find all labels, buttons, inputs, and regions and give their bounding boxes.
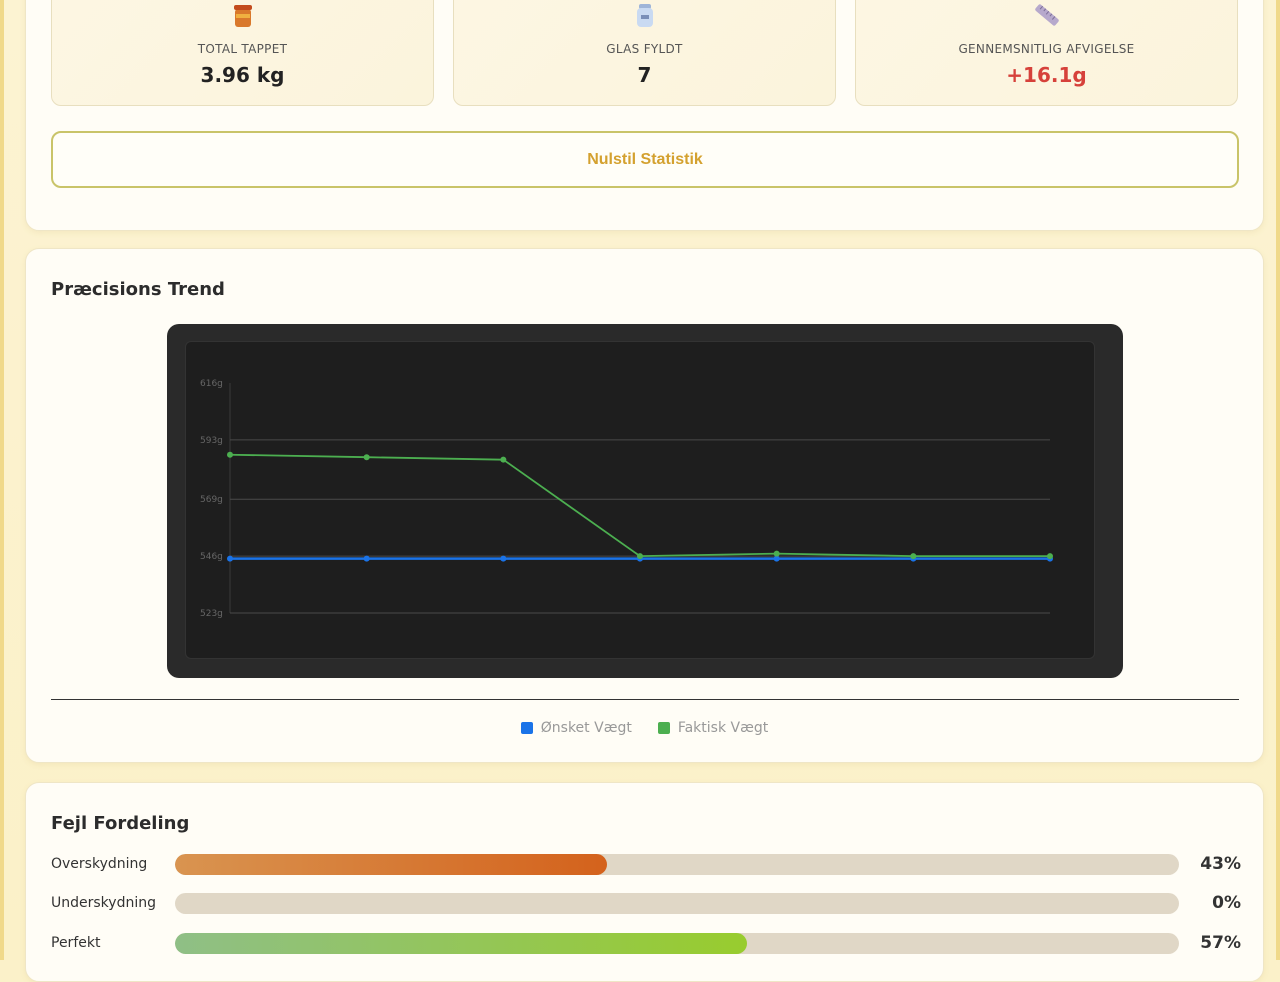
stat-label: GLAS FYLDT bbox=[606, 42, 683, 56]
honey-jar-icon bbox=[233, 5, 252, 27]
chart-legend: Ønsket Vægt Faktisk Vægt bbox=[26, 720, 1263, 736]
error-row-percent: 0% bbox=[1212, 893, 1241, 913]
progress-track bbox=[175, 893, 1179, 914]
data-point-actual bbox=[227, 451, 233, 458]
section-title: Fejl Fordeling bbox=[51, 813, 190, 834]
precision-trend-chart: 616g 593g 569g 546g 523g bbox=[200, 379, 1053, 619]
error-row-percent: 43% bbox=[1200, 854, 1241, 874]
progress-track bbox=[175, 854, 1179, 875]
stat-value: 3.96 kg bbox=[200, 63, 285, 87]
progress-track bbox=[175, 933, 1179, 954]
data-point-target bbox=[363, 555, 370, 562]
y-tick-label: 593g bbox=[200, 436, 223, 446]
stat-jars-filled: GLAS FYLDT 7 bbox=[453, 0, 836, 106]
series-line-actual bbox=[229, 453, 1050, 558]
error-row-label: Perfekt bbox=[51, 935, 101, 951]
stat-average-deviation: GENNEMSNITLIG AFVIGELSE +16.1g bbox=[855, 0, 1238, 106]
error-distribution-card: Fejl Fordeling Overskydning 43% Undersky… bbox=[25, 782, 1264, 982]
legend-label: Ønsket Vægt bbox=[540, 720, 632, 736]
app-frame: TOTAL TAPPET 3.96 kg GLAS FYLDT 7 GENNEM… bbox=[0, 0, 1280, 982]
error-row-percent: 57% bbox=[1200, 933, 1241, 953]
error-row-overshoot: Overskydning 43% bbox=[51, 854, 1241, 876]
stats-card: TOTAL TAPPET 3.96 kg GLAS FYLDT 7 GENNEM… bbox=[25, 0, 1264, 231]
reset-statistics-button[interactable]: Nulstil Statistik bbox=[51, 131, 1239, 188]
data-point-actual bbox=[773, 550, 780, 557]
stat-value: +16.1g bbox=[1006, 63, 1087, 87]
stat-label: TOTAL TAPPET bbox=[197, 42, 288, 56]
stat-label: GENNEMSNITLIG AFVIGELSE bbox=[958, 42, 1135, 56]
glass-jar-icon bbox=[636, 4, 653, 27]
y-tick-label: 569g bbox=[200, 495, 223, 505]
ruler-icon bbox=[1034, 4, 1059, 26]
legend-label: Faktisk Vægt bbox=[677, 720, 769, 736]
legend-swatch bbox=[520, 722, 533, 734]
data-point-actual bbox=[363, 454, 370, 461]
data-point-target bbox=[500, 555, 507, 562]
data-point-actual bbox=[500, 456, 507, 463]
y-tick-label: 523g bbox=[200, 609, 223, 619]
error-row-perfect: Perfekt 57% bbox=[51, 933, 1241, 955]
y-tick-label: 546g bbox=[200, 552, 223, 562]
data-point-target bbox=[227, 555, 233, 562]
data-point-actual bbox=[1047, 553, 1053, 560]
error-row-undershoot: Underskydning 0% bbox=[51, 893, 1241, 915]
y-tick-label: 616g bbox=[200, 379, 223, 389]
data-point-actual bbox=[637, 553, 643, 560]
error-row-label: Underskydning bbox=[51, 895, 156, 911]
precision-trend-card: Præcisions Trend 616g 593g 569g 546g 523g Øn… bbox=[25, 248, 1264, 763]
chart-frame: 616g 593g 569g 546g 523g bbox=[167, 324, 1123, 678]
progress-fill bbox=[175, 933, 748, 954]
section-title: Præcisions Trend bbox=[51, 279, 225, 300]
legend-swatch bbox=[657, 722, 670, 734]
data-point-actual bbox=[910, 553, 917, 560]
divider bbox=[51, 699, 1239, 700]
chart-area: 616g 593g 569g 546g 523g bbox=[185, 341, 1095, 659]
error-row-label: Overskydning bbox=[51, 856, 148, 872]
progress-fill bbox=[175, 854, 607, 875]
legend-item-target[interactable]: Ønsket Vægt bbox=[520, 720, 632, 736]
stat-total-tapped: TOTAL TAPPET 3.96 kg bbox=[51, 0, 434, 106]
legend-item-actual[interactable]: Faktisk Vægt bbox=[657, 720, 769, 736]
stat-value: 7 bbox=[637, 63, 652, 87]
